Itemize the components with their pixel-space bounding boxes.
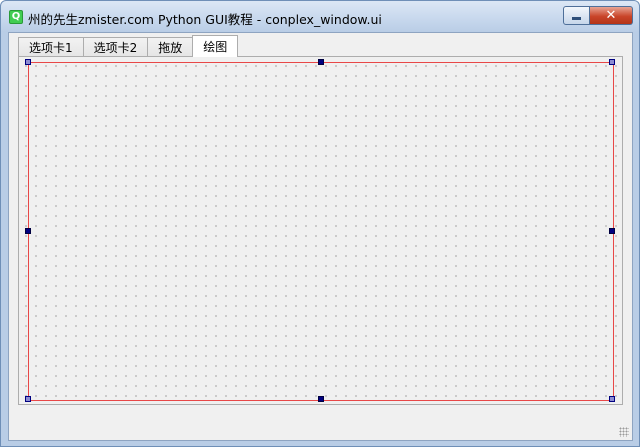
tab-2[interactable]: 选项卡2 — [82, 37, 149, 57]
resize-handle-right[interactable] — [609, 228, 615, 234]
resize-handle-left[interactable] — [25, 228, 31, 234]
tab-drawing[interactable]: 绘图 — [192, 35, 239, 57]
tab-1[interactable]: 选项卡1 — [18, 37, 84, 57]
resize-handle-top-left[interactable] — [25, 59, 31, 65]
size-grip-icon[interactable] — [619, 427, 629, 437]
tab-pane-drawing — [18, 56, 623, 405]
resize-handle-top[interactable] — [318, 59, 324, 65]
title-bar[interactable]: Q 州的先生zmister.com Python GUI教程 - conplex… — [1, 1, 639, 32]
resize-handle-bottom-left[interactable] — [25, 396, 31, 402]
app-window: Q 州的先生zmister.com Python GUI教程 - conplex… — [0, 0, 640, 447]
qt-logo-icon: Q — [9, 10, 23, 24]
tab-drag-drop[interactable]: 拖放 — [147, 37, 194, 57]
tab-bar: 选项卡1 选项卡2 拖放 绘图 — [18, 35, 239, 57]
close-icon: ✕ — [605, 8, 617, 23]
resize-handle-top-right[interactable] — [609, 59, 615, 65]
central-widget: 选项卡1 选项卡2 拖放 绘图 — [8, 32, 633, 441]
drawing-canvas[interactable] — [25, 59, 615, 402]
minimize-button[interactable] — [563, 6, 590, 25]
close-button[interactable]: ✕ — [590, 6, 633, 25]
status-bar — [9, 413, 632, 440]
window-controls: ✕ — [563, 6, 633, 25]
window-title: 州的先生zmister.com Python GUI教程 - conplex_w… — [28, 12, 382, 27]
resize-handle-bottom[interactable] — [318, 396, 324, 402]
resize-handle-bottom-right[interactable] — [609, 396, 615, 402]
minimize-icon — [572, 17, 581, 20]
